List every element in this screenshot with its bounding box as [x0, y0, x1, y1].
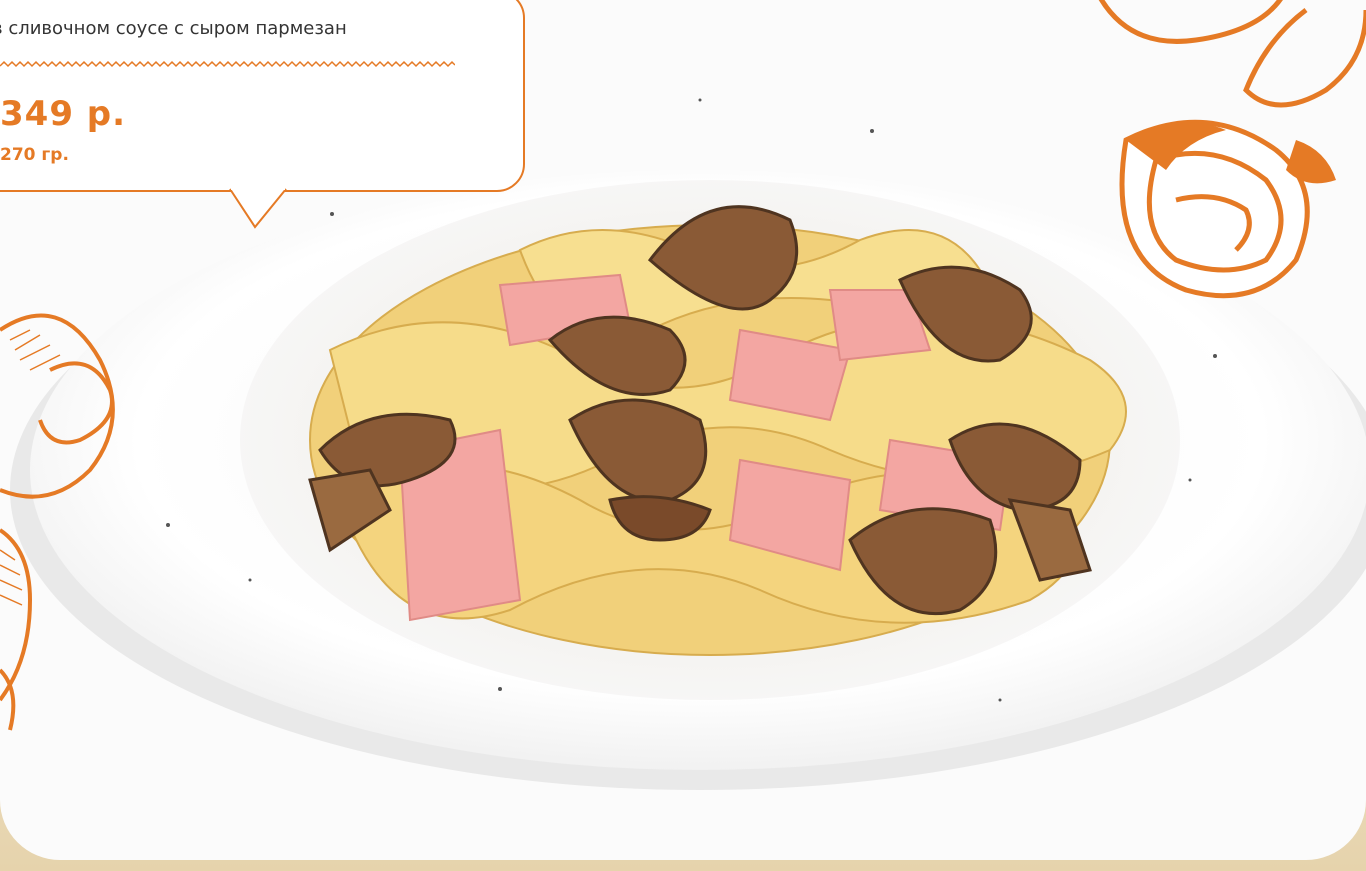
pasta-sketch-icon	[1098, 0, 1366, 299]
mushroom-sketch-icon	[0, 313, 115, 731]
menu-card: в сливочном соусе с сыром пармезан 349 р…	[0, 0, 1366, 860]
bubble-tail	[229, 187, 287, 229]
dish-weight: 270 гр.	[0, 145, 69, 165]
zigzag-divider	[0, 60, 455, 68]
dish-description: в сливочном соусе с сыром пармезан	[0, 18, 347, 39]
dish-price: 349 р.	[0, 94, 127, 134]
